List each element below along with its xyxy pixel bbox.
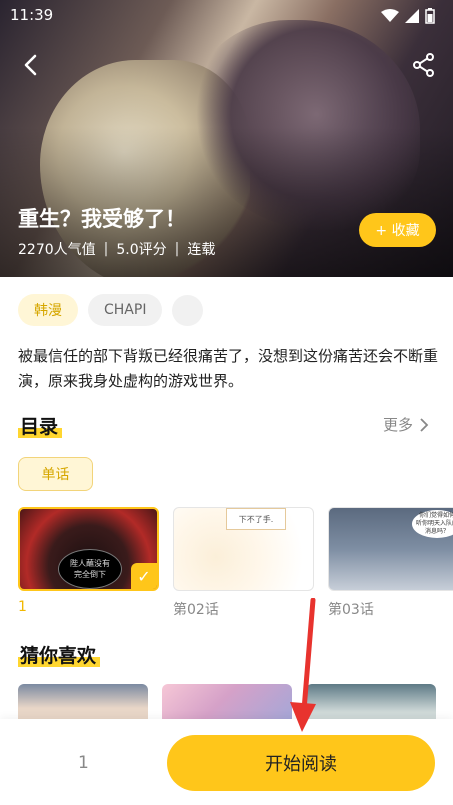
start-reading-button[interactable]: 开始阅读: [167, 735, 435, 791]
annotation-arrow-icon: [290, 598, 316, 732]
tag-item[interactable]: CHAPI: [88, 294, 163, 326]
more-label: 更多: [382, 416, 413, 434]
thumb-speech-bubble: 你们觉得如何 听你明天入队的 消息吗？: [412, 510, 453, 538]
signal-icon: [405, 9, 419, 23]
current-chapter-number: 1: [78, 753, 89, 773]
chapter-item[interactable]: 你们觉得如何 听你明天入队的 消息吗？ 第03话: [328, 507, 453, 619]
meta-separator: |: [103, 241, 109, 257]
check-icon: ✓: [131, 563, 157, 589]
share-icon: [413, 53, 434, 77]
status-icons: [381, 8, 435, 24]
battery-icon: [425, 8, 435, 24]
chevron-right-icon: [420, 417, 429, 432]
chapter-list: 陛人蘸没有 完全倒下 ✓ 1 下不了手. 第02话 你们觉得如何 听你明天入队的…: [18, 507, 453, 619]
tag-list: 韩漫 CHAPI: [18, 294, 204, 326]
recommend-cover[interactable]: [162, 684, 292, 724]
thumb-speech-bubble: 陛人蘸没有 完全倒下: [58, 549, 122, 589]
tag-item-empty[interactable]: [172, 294, 204, 326]
chapter-thumbnail: 下不了手.: [173, 507, 314, 591]
serial-status-text: 连载: [187, 242, 216, 258]
thumb-caption: 下不了手.: [226, 508, 286, 530]
comic-description: 被最信任的部下背叛已经很痛苦了，没想到这份痛苦还会不断重演，原来我身处虚构的游戏…: [18, 347, 439, 390]
favorite-button[interactable]: + 收藏: [359, 213, 436, 247]
bottom-action-bar: 1 开始阅读: [0, 719, 453, 805]
meta-separator: |: [174, 241, 180, 257]
chapter-item[interactable]: 陛人蘸没有 完全倒下 ✓ 1: [18, 507, 159, 619]
recommend-cover[interactable]: [18, 684, 148, 724]
comic-title: 重生？我受够了！: [18, 207, 186, 231]
chapter-thumbnail: 你们觉得如何 听你明天入队的 消息吗？: [328, 507, 453, 591]
back-button[interactable]: [16, 50, 46, 80]
chapter-thumbnail: 陛人蘸没有 完全倒下 ✓: [18, 507, 159, 591]
catalog-title: 目录: [20, 412, 58, 439]
chapter-label: 1: [18, 599, 27, 615]
status-time: 11:39: [10, 6, 54, 24]
share-button[interactable]: [411, 52, 437, 78]
tag-item[interactable]: 韩漫: [18, 294, 78, 326]
recommend-list: [18, 684, 436, 724]
status-bar: 11:39: [0, 0, 453, 30]
catalog-more-link[interactable]: 更多: [383, 414, 429, 435]
recommend-title: 猜你喜欢: [20, 641, 96, 668]
popularity-text: 2270人气值: [18, 242, 96, 258]
wifi-icon: [381, 9, 399, 22]
comic-meta: 2270人气值 | 5.0评分 | 连载: [18, 239, 215, 259]
catalog-title-text: 目录: [20, 416, 59, 438]
chapter-label: 第03话: [328, 602, 374, 618]
single-chapter-filter[interactable]: 单话: [18, 457, 93, 491]
recommend-title-text: 猜你喜欢: [20, 645, 97, 667]
back-arrow-icon: [24, 54, 37, 76]
rating-text: 5.0评分: [116, 242, 167, 258]
